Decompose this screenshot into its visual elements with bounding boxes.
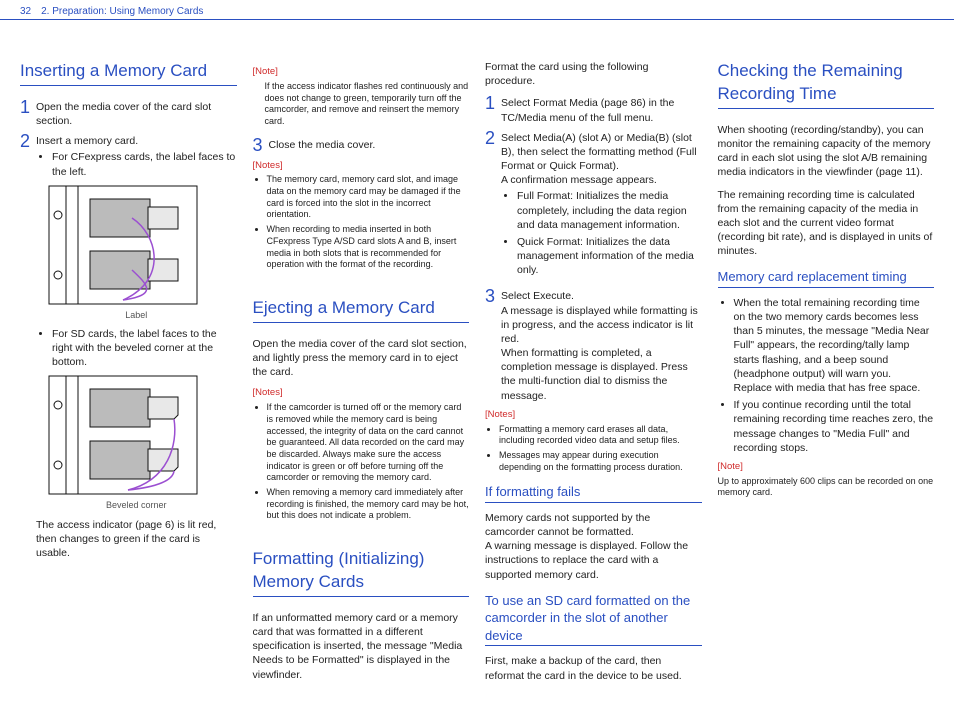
body-text: The access indicator (page 6) is lit red… bbox=[36, 518, 236, 561]
notes-label: [Notes] bbox=[485, 409, 702, 422]
body-text: When shooting (recording/standby), you c… bbox=[718, 123, 935, 180]
body-text: The remaining recording time is calculat… bbox=[718, 188, 935, 259]
note-item: If the camcorder is turned off or the me… bbox=[267, 402, 470, 484]
heading-inserting: Inserting a Memory Card bbox=[20, 60, 237, 86]
note-label: [Note] bbox=[253, 66, 470, 79]
heading-formatting: Formatting (Initializing) Memory Cards bbox=[253, 548, 470, 597]
body-text: First, make a backup of the card, then r… bbox=[485, 654, 702, 682]
note-item: When removing a memory card immediately … bbox=[267, 487, 470, 522]
note-item: Messages may appear during execution dep… bbox=[499, 450, 702, 473]
step-number: 2 bbox=[20, 132, 30, 568]
subheading-sd-other-device: To use an SD card formatted on the camco… bbox=[485, 592, 702, 647]
figure-sd bbox=[48, 375, 236, 495]
body-text: Open the media cover of the card slot se… bbox=[253, 337, 470, 380]
step-number: 1 bbox=[485, 94, 495, 124]
step-2: 2 Select Media(A) (slot A) or Media(B) (… bbox=[485, 131, 702, 284]
figure-caption-label: Label bbox=[36, 309, 236, 321]
content-columns: Inserting a Memory Card 1 Open the media… bbox=[0, 20, 954, 711]
column-1: Inserting a Memory Card 1 Open the media… bbox=[20, 60, 237, 691]
step-number: 2 bbox=[485, 129, 495, 284]
step-3: 3 Close the media cover. bbox=[253, 138, 470, 154]
step-text: Close the media cover. bbox=[269, 138, 469, 154]
page-header: 32 2. Preparation: Using Memory Cards bbox=[0, 0, 954, 20]
step-1: 1 Open the media cover of the card slot … bbox=[20, 100, 237, 128]
bullet: When the total remaining recording time … bbox=[734, 296, 935, 395]
subheading-fails: If formatting fails bbox=[485, 483, 702, 503]
figure-cfexpress bbox=[48, 185, 236, 305]
bullet: For SD cards, the label faces to the rig… bbox=[52, 327, 236, 370]
step-text: Select Execute. bbox=[501, 289, 701, 303]
step-text: Select Format Media (page 86) in the TC/… bbox=[501, 96, 701, 124]
column-2: [Note] If the access indicator flashes r… bbox=[253, 60, 470, 691]
step-text: A confirmation message appears. bbox=[501, 173, 701, 187]
step-number: 1 bbox=[20, 98, 30, 128]
body-text: Memory cards not supported by the camcor… bbox=[485, 511, 702, 582]
heading-checking: Checking the Remaining Recording Time bbox=[718, 60, 935, 109]
page-number: 32 bbox=[20, 6, 31, 17]
step-text: Insert a memory card. bbox=[36, 134, 236, 148]
bullet: Quick Format: Initializes the data manag… bbox=[517, 235, 701, 278]
bullet: Full Format: Initializes the media compl… bbox=[517, 189, 701, 232]
step-number: 3 bbox=[485, 287, 495, 402]
note-item: Formatting a memory card erases all data… bbox=[499, 424, 702, 447]
figure-caption-bevel: Beveled corner bbox=[36, 499, 236, 511]
step-3: 3 Select Execute. A message is displayed… bbox=[485, 289, 702, 402]
note-item: When recording to media inserted in both… bbox=[267, 224, 470, 271]
bullet: For CFexpress cards, the label faces to … bbox=[52, 150, 236, 178]
body-text: If an unformatted memory card or a memor… bbox=[253, 611, 470, 682]
column-4: Checking the Remaining Recording Time Wh… bbox=[718, 60, 935, 691]
step-2: 2 Insert a memory card. For CFexpress ca… bbox=[20, 134, 237, 568]
notes-label: [Notes] bbox=[253, 387, 470, 400]
note-text: If the access indicator flashes red cont… bbox=[265, 81, 470, 128]
step-text: A message is displayed while formatting … bbox=[501, 304, 701, 347]
column-3: Format the card using the following proc… bbox=[485, 60, 702, 691]
notes-label: [Notes] bbox=[253, 160, 470, 173]
heading-ejecting: Ejecting a Memory Card bbox=[253, 297, 470, 323]
note-label: [Note] bbox=[718, 461, 935, 474]
step-text: Select Media(A) (slot A) or Media(B) (sl… bbox=[501, 131, 701, 174]
note-text: Up to approximately 600 clips can be rec… bbox=[718, 476, 935, 499]
step-text: When formatting is completed, a completi… bbox=[501, 346, 701, 403]
step-1: 1 Select Format Media (page 86) in the T… bbox=[485, 96, 702, 124]
step-text: Open the media cover of the card slot se… bbox=[36, 100, 236, 128]
subheading-timing: Memory card replacement timing bbox=[718, 268, 935, 288]
step-number: 3 bbox=[253, 136, 263, 154]
body-text: Format the card using the following proc… bbox=[485, 60, 702, 88]
breadcrumb: 2. Preparation: Using Memory Cards bbox=[41, 6, 203, 17]
note-item: The memory card, memory card slot, and i… bbox=[267, 174, 470, 221]
bullet: If you continue recording until the tota… bbox=[734, 398, 935, 455]
